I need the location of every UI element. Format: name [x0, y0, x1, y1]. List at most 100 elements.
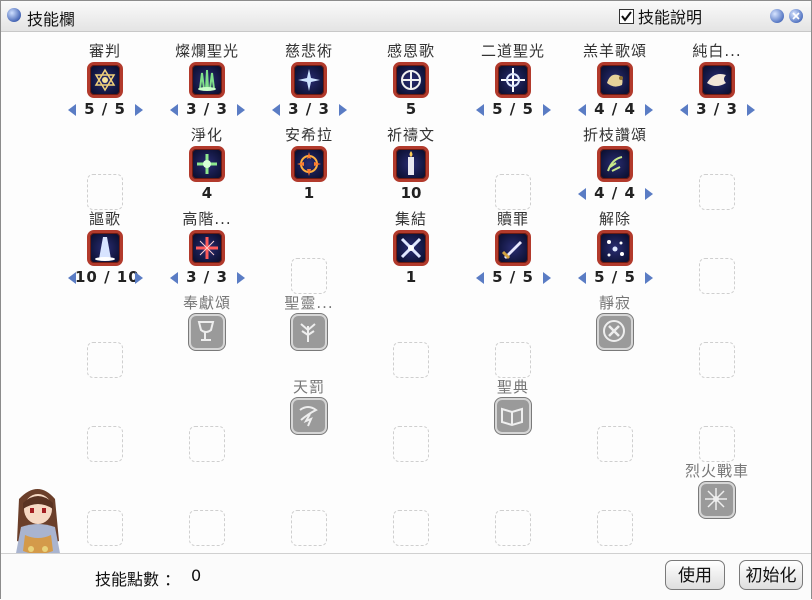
empty-skill-slot [495, 510, 531, 546]
skill-judgement[interactable]: 審判 5 / 5 [55, 40, 155, 120]
title-bar[interactable]: 技能欄 技能說明 [1, 1, 811, 32]
book-icon[interactable] [495, 398, 531, 434]
skill-divine-punish[interactable]: 天罰 [259, 376, 359, 456]
skill-dispel[interactable]: 解除 5 / 5 [565, 208, 665, 288]
skill-ansila[interactable]: 安希拉 1 [259, 124, 359, 204]
skill-points-value: 0 [191, 566, 202, 585]
skill-gratitude[interactable]: 感恩歌 5 [361, 40, 461, 120]
level-up-arrow-icon[interactable] [339, 104, 347, 116]
chalice-icon[interactable] [189, 314, 225, 350]
fire-burst-icon[interactable] [291, 146, 327, 182]
level-up-arrow-icon[interactable] [645, 104, 653, 116]
level-up-arrow-icon[interactable] [747, 104, 755, 116]
quad-star-icon[interactable] [495, 62, 531, 98]
skill-window: 技能欄 技能說明 審判 5 / 5 燦爛聖光 3 / 3 慈悲術 3 / 3 感恩歌 5 二道聖… [0, 0, 812, 600]
skill-name: 審判 [88, 42, 121, 60]
level-up-arrow-icon[interactable] [543, 272, 551, 284]
reset-button[interactable]: 初始化 [739, 560, 803, 590]
skill-level: 1 [259, 184, 359, 204]
skill-name: 折枝讚頌 [582, 126, 647, 144]
skill-prayer[interactable]: 祈禱文 10 [361, 124, 461, 204]
skill-name: 天罰 [292, 378, 325, 396]
empty-skill-slot [291, 258, 327, 294]
dove-icon[interactable] [699, 62, 735, 98]
use-button[interactable]: 使用 [665, 560, 725, 590]
level-up-arrow-icon[interactable] [543, 104, 551, 116]
empty-skill-slot [699, 258, 735, 294]
skill-level-text: 3 / 3 [186, 268, 228, 286]
skill-level: 3 / 3 [667, 100, 767, 120]
storm-icon[interactable] [291, 398, 327, 434]
dispel-stars-icon[interactable] [597, 230, 633, 266]
skill-name: 二道聖光 [480, 42, 545, 60]
skill-name: 燦爛聖光 [174, 42, 239, 60]
skill-name: 感恩歌 [386, 42, 435, 60]
skill-compassion[interactable]: 慈悲術 3 / 3 [259, 40, 359, 120]
empty-skill-slot [189, 510, 225, 546]
skill-name: 解除 [598, 210, 631, 228]
skill-silence[interactable]: 靜寂 [565, 292, 665, 372]
footer-bar: 技能點數 ： 0 使用 初始化 [1, 553, 811, 600]
skill-chant[interactable]: 謳歌 10 / 10 [55, 208, 155, 288]
skill-palm-hymn[interactable]: 折枝讚頌 4 / 4 [565, 124, 665, 204]
lamb-icon[interactable] [597, 62, 633, 98]
show-description-toggle[interactable]: 技能說明 [619, 5, 702, 27]
skill-fire-chariot[interactable]: 烈火戰車 [667, 460, 767, 540]
skill-high-heal[interactable]: 高階... 3 / 3 [157, 208, 257, 288]
sparkle-icon[interactable] [291, 62, 327, 98]
skill-level-text: 3 / 3 [186, 100, 228, 118]
sword-icon[interactable] [495, 230, 531, 266]
empty-skill-slot [87, 342, 123, 378]
skill-level-text: 4 [201, 184, 213, 202]
skill-level-text: 5 / 5 [594, 268, 636, 286]
skill-name: 聖靈... [284, 294, 334, 312]
skill-lamb-hymn[interactable]: 羔羊歌頌 4 / 4 [565, 40, 665, 120]
skill-points-label: 技能點數 ： [95, 570, 181, 589]
skill-name: 烈火戰車 [684, 462, 749, 480]
skill-level: 3 / 3 [259, 100, 359, 120]
light-pillar-icon[interactable] [87, 230, 123, 266]
cross-burst-icon[interactable] [393, 230, 429, 266]
skill-purify[interactable]: 淨化 4 [157, 124, 257, 204]
show-description-label: 技能說明 [638, 8, 703, 27]
skill-level: 10 [361, 184, 461, 204]
cross-circle-icon[interactable] [597, 314, 633, 350]
skill-scripture[interactable]: 聖典 [463, 376, 563, 456]
close-button[interactable] [789, 9, 803, 23]
skill-level-text: 5 / 5 [492, 268, 534, 286]
skill-holy-spirit[interactable]: 聖靈... [259, 292, 359, 372]
skill-redemption[interactable]: 贖罪 5 / 5 [463, 208, 563, 288]
level-up-arrow-icon[interactable] [645, 272, 653, 284]
star-of-david-icon[interactable] [87, 62, 123, 98]
green-pillars-icon[interactable] [189, 62, 225, 98]
skill-assemble[interactable]: 集結 1 [361, 208, 461, 288]
shield-icon[interactable] [393, 62, 429, 98]
spark-icon[interactable] [699, 482, 735, 518]
red-cross-icon[interactable] [189, 230, 225, 266]
candle-icon[interactable] [393, 146, 429, 182]
level-up-arrow-icon[interactable] [645, 188, 653, 200]
level-up-arrow-icon[interactable] [237, 104, 245, 116]
level-up-arrow-icon[interactable] [237, 272, 245, 284]
skill-level-text: 5 / 5 [492, 100, 534, 118]
skill-name: 安希拉 [284, 126, 333, 144]
level-up-arrow-icon[interactable] [135, 104, 143, 116]
skill-level-text: 10 [400, 184, 422, 202]
skill-level: 1 [361, 268, 461, 288]
skill-level: 3 / 3 [157, 268, 257, 288]
empty-skill-slot [699, 426, 735, 462]
skill-offering[interactable]: 奉獻頌 [157, 292, 257, 372]
skill-level: 3 / 3 [157, 100, 257, 120]
skill-dual-light[interactable]: 二道聖光 5 / 5 [463, 40, 563, 120]
tree-icon[interactable] [291, 314, 327, 350]
minimize-button[interactable] [770, 9, 784, 23]
empty-skill-slot [87, 426, 123, 462]
skill-magnificat[interactable]: 燦爛聖光 3 / 3 [157, 40, 257, 120]
leaves-icon[interactable] [597, 146, 633, 182]
green-cross-icon[interactable] [189, 146, 225, 182]
skill-level: 5 [361, 100, 461, 120]
skill-name: 贖罪 [496, 210, 529, 228]
level-up-arrow-icon[interactable] [135, 272, 143, 284]
skill-pure-white[interactable]: 純白... 3 / 3 [667, 40, 767, 120]
show-description-checkbox[interactable] [619, 8, 634, 24]
